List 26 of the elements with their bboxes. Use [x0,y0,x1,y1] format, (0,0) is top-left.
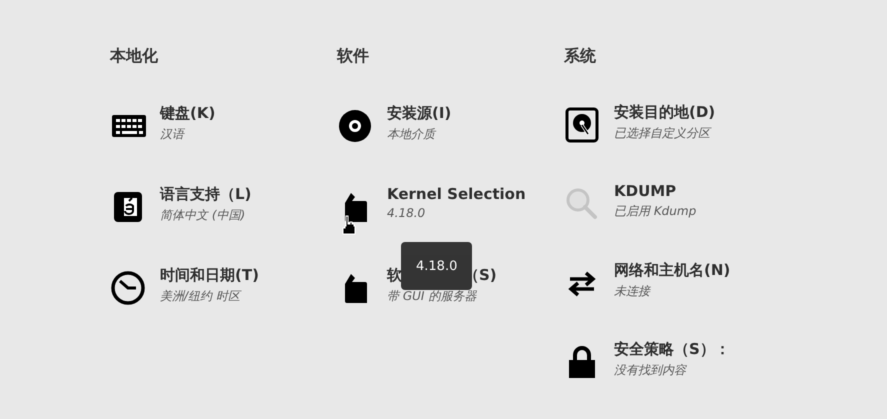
spoke-title[interactable]: 安全策略（S）： [614,340,730,360]
clock-icon [110,270,146,306]
spoke-status: 4.18.0 [387,206,426,220]
spoke-status: 已启用 Kdump [614,203,696,220]
spoke-status: 汉语 [160,126,184,143]
hand-cursor-icon [341,215,357,235]
tooltip: 4.18.0 [401,242,472,290]
spoke-status: 简体中文 (中国) [160,207,246,224]
spoke-title[interactable]: 时间和日期(T) [160,266,259,285]
spoke-title[interactable]: Kernel Selection [387,185,526,203]
spoke-status: 未连接 [614,283,650,300]
spoke-title[interactable]: 安装目的地(D) [614,103,716,122]
spoke-title[interactable]: 网络和主机名(N) [614,261,730,280]
disc-icon [337,108,373,144]
spoke-title[interactable]: KDUMP [614,182,676,200]
spoke-status: 没有找到内容 [614,362,686,380]
section-heading: 系统 [564,46,597,67]
spoke-status: 已选择自定义分区 [614,125,710,142]
spoke-title[interactable]: 键盘(K) [160,104,216,123]
spoke-status: 美洲/纽约 时区 [160,288,240,305]
spoke-title[interactable]: 安装源(I) [387,104,452,123]
section-heading: 软件 [337,46,370,67]
section-heading: 本地化 [110,46,159,67]
spoke-title[interactable]: 语言支持（L) [160,185,252,204]
spoke-status: 带 GUI 的服务器 [387,288,476,305]
spoke-status: 本地介质 [387,126,435,143]
